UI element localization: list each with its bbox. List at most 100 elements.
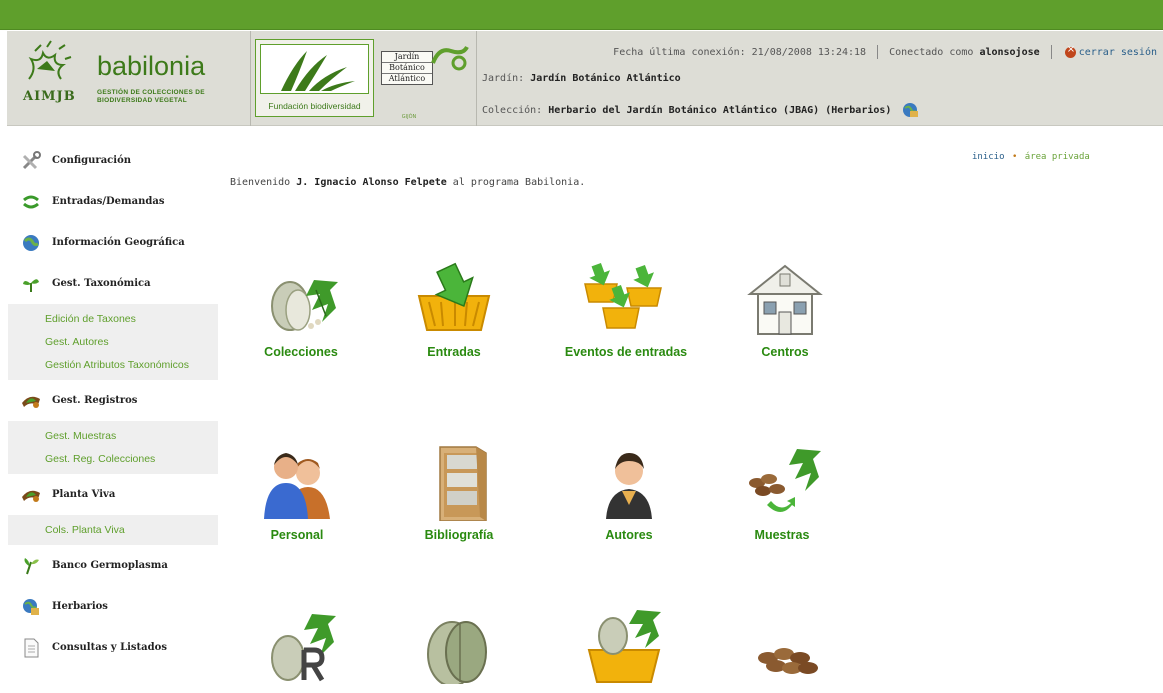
nav-herbarios[interactable]: Herbarios	[8, 586, 218, 627]
subnav-edicion-taxones[interactable]: Edición de Taxones	[8, 308, 218, 331]
collection-value: Herbario del Jardín Botánico Atlántico (…	[548, 105, 892, 116]
seeds-leaves-icon	[749, 449, 821, 512]
tile-label: Autores	[605, 528, 653, 542]
subnav-gest-muestras[interactable]: Gest. Muestras	[8, 425, 218, 448]
fundacion-logo[interactable]: Fundación biodiversidad	[255, 39, 374, 117]
org-logo[interactable]: AIMJB babilonia GESTIÓN DE COLECCIONES D…	[7, 31, 251, 126]
person-icon	[606, 453, 652, 519]
tools-icon	[20, 150, 42, 172]
nav-label: Consultas y Listados	[52, 642, 167, 653]
nav-configuracion[interactable]: Configuración	[8, 140, 218, 181]
tile-label: Entradas	[427, 345, 481, 359]
nav-gest-taxonomica[interactable]: Gest. Taxonómica	[8, 263, 218, 304]
taxonomica-submenu: Edición de Taxones Gest. Autores Gestión…	[8, 304, 218, 380]
jardin-logo-line: Atlántico	[388, 74, 426, 83]
bookshelf-icon	[439, 446, 487, 521]
basket-arrow-icon	[417, 262, 491, 331]
globe-icon	[20, 232, 42, 254]
collection-label: Colección:	[482, 105, 543, 116]
jardin-botanico-logo[interactable]: Jardín Botánico Atlántico GIJÓN	[379, 39, 471, 120]
breadcrumb-separator: •	[1011, 152, 1018, 162]
jardin-swirl-icon	[431, 45, 469, 71]
nav-label: Gest. Registros	[52, 395, 138, 406]
tile-herbario[interactable]	[389, 606, 529, 693]
logout-link[interactable]: cerrar sesión	[1079, 47, 1157, 58]
seedling-icon	[20, 555, 42, 577]
nav-label: Configuración	[52, 155, 132, 166]
welcome-suffix: al programa Babilonia.	[452, 177, 586, 188]
tile-label: Colecciones	[264, 345, 338, 359]
tile-centros[interactable]: Centros	[715, 260, 855, 410]
tile-label: Centros	[761, 345, 809, 359]
username: alonsojose	[979, 47, 1040, 58]
jardin-logo-text: Jardín Botánico Atlántico	[381, 51, 433, 85]
breadcrumb: inicio • área privada	[972, 152, 1090, 162]
tile-personal[interactable]: Personal	[227, 443, 367, 593]
tile-muestras[interactable]: Muestras	[712, 443, 852, 593]
brand-name: babilonia	[97, 51, 206, 81]
nav-gest-registros[interactable]: Gest. Registros	[8, 380, 218, 421]
nav-banco-germoplasma[interactable]: Banco Germoplasma	[8, 545, 218, 586]
breadcrumb-current[interactable]: área privada	[1025, 152, 1090, 162]
tile-banco-germoplasma[interactable]	[713, 606, 853, 693]
house-icon	[747, 264, 823, 335]
nav-label: Planta Viva	[52, 489, 116, 500]
tile-eventos-entradas[interactable]: Eventos de entradas	[556, 260, 696, 410]
subnav-atributos-taxonomicos[interactable]: Gestión Atributos Taxonómicos	[8, 354, 218, 377]
nav-informacion-geografica[interactable]: Información Geográfica	[8, 222, 218, 263]
nav-consultas-listados[interactable]: Consultas y Listados	[8, 627, 218, 668]
fundacion-label: Fundación biodiversidad	[268, 101, 361, 111]
aimjb-plant-icon	[28, 40, 72, 80]
fundacion-grass-art	[260, 44, 369, 94]
jardin-logo-footer: GIJÓN	[401, 114, 417, 120]
registros-submenu: Gest. Muestras Gest. Reg. Colecciones	[8, 421, 218, 474]
change-collection-icon[interactable]	[901, 101, 919, 119]
leaves-r-icon	[271, 614, 336, 682]
leaves-icon	[271, 280, 338, 331]
tile-label: Personal	[270, 528, 324, 542]
session-info: Fecha última conexión: 21/08/2008 13:24:…	[482, 31, 1162, 126]
exchange-arrows-icon	[20, 191, 42, 213]
nav-label: Entradas/Demandas	[52, 196, 165, 207]
people-icon	[264, 453, 330, 519]
tile-registros[interactable]	[231, 606, 371, 693]
tile-label: Bibliografía	[424, 528, 494, 542]
subnav-gest-autores[interactable]: Gest. Autores	[8, 331, 218, 354]
planta-viva-submenu: Cols. Planta Viva	[8, 515, 218, 545]
sprout-icon	[20, 273, 42, 295]
nav-label: Banco Germoplasma	[52, 560, 168, 571]
tile-colecciones[interactable]: Colecciones	[231, 260, 371, 410]
records-icon	[20, 390, 42, 412]
brand-subtitle: GESTIÓN DE COLECCIONES DE BIODIVERSIDAD …	[97, 89, 205, 104]
header-divider	[476, 31, 477, 126]
tile-planta-viva[interactable]	[556, 606, 696, 693]
garden-line: Jardín: Jardín Botánico Atlántico	[482, 73, 681, 84]
baskets-icon	[584, 262, 662, 329]
basket-leaves-icon	[587, 610, 661, 683]
garden-label: Jardín:	[482, 73, 525, 84]
subnav-gest-reg-colecciones[interactable]: Gest. Reg. Colecciones	[8, 448, 218, 471]
collection-line: Colección: Herbario del Jardín Botánico …	[482, 101, 919, 119]
top-bar	[0, 0, 1163, 30]
seeds-icon	[758, 648, 818, 674]
connected-as-label: Conectado como	[889, 47, 974, 58]
jardin-logo-line: Jardín	[382, 52, 432, 63]
connection-line: Fecha última conexión: 21/08/2008 13:24:…	[613, 44, 1157, 59]
tile-bibliografia[interactable]: Bibliografía	[389, 443, 529, 593]
tile-entradas[interactable]: Entradas	[384, 260, 524, 410]
welcome-user-name: J. Ignacio Alonso Felpete	[296, 177, 447, 188]
tile-label: Muestras	[754, 528, 810, 542]
nav-planta-viva[interactable]: Planta Viva	[8, 474, 218, 515]
sidebar: Configuración Entradas/Demandas Informac…	[8, 140, 218, 668]
nav-entradas-demandas[interactable]: Entradas/Demandas	[8, 181, 218, 222]
logout-icon[interactable]	[1064, 44, 1076, 58]
planta-viva-icon	[20, 484, 42, 506]
breadcrumb-home[interactable]: inicio	[972, 152, 1005, 162]
last-connection-value: 21/08/2008 13:24:18	[751, 47, 867, 58]
tile-autores[interactable]: Autores	[559, 443, 699, 593]
last-connection-label: Fecha última conexión:	[613, 47, 746, 58]
herbarios-globe-icon	[20, 596, 42, 618]
subnav-cols-planta-viva[interactable]: Cols. Planta Viva	[8, 519, 218, 542]
header: AIMJB babilonia GESTIÓN DE COLECCIONES D…	[7, 31, 1163, 126]
jardin-logo-line: Botánico	[382, 63, 432, 74]
